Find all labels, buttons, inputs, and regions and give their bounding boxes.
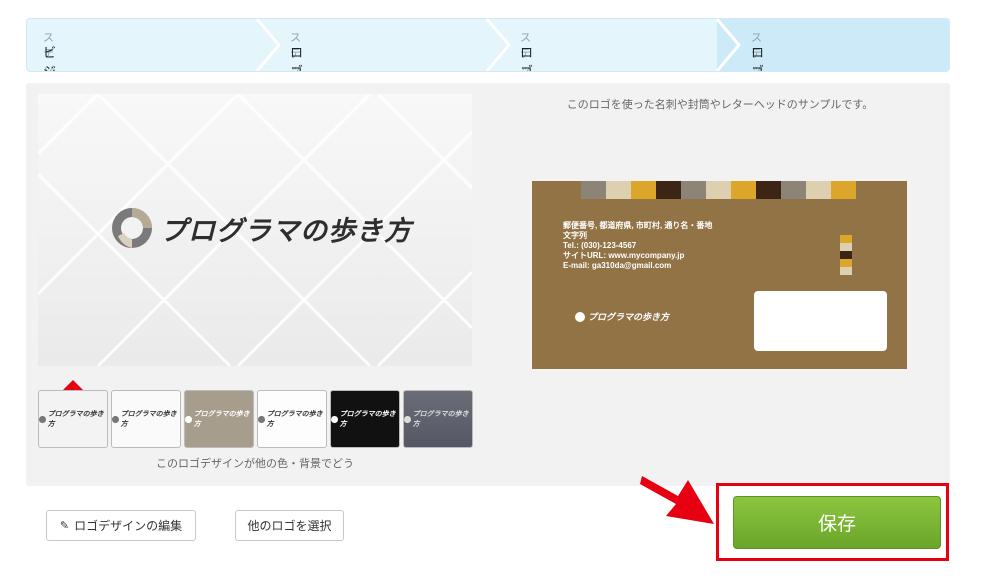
thumbnail-logo-text: プログラマの歩き方 [120,410,177,428]
logo-preview: プログラマの歩き方 [38,94,472,366]
envelope-logo: プログラマの歩き方 [575,310,669,323]
address-line: E-mail: ga310da@gmail.com [563,261,672,270]
step-title: ロゴデザインの選択 [290,46,304,71]
pencil-icon: ✎ [59,519,70,532]
logo-mark-icon [112,208,152,248]
step-separator-icon [255,19,281,71]
envelope-window [754,291,887,351]
envelope-color-stack [840,235,852,275]
thumbnail-logo-text: プログラマの歩き方 [339,410,396,428]
select-other-logo-button[interactable]: 他のロゴを選択 [235,510,344,541]
thumbnail-logo-text: プログラマの歩き方 [412,410,469,428]
color-variant-thumbnails: プログラマの歩き方 プログラマの歩き方 プログラマの歩き方 プログラマの歩き方 … [38,390,473,448]
envelope-address: 郵便番号, 都道府県, 市町村, 通り名・番地 文字列 Tel.: (030)-… [563,221,712,271]
color-variant-thumbnail[interactable]: プログラマの歩き方 [257,390,327,448]
step-progress-bar: ステップ 1 ビジネスタイプの選択 ステップ 2 ロゴデザインの選択 ステップ … [26,18,950,72]
logo-mark-icon [404,415,411,423]
step-title: ビジネスタイプの選択 [43,46,57,71]
logo-mark-icon [258,415,265,423]
step-title: ロゴの保存 [751,46,765,71]
thumbnail-logo-text: プログラマの歩き方 [47,410,104,428]
address-line: 文字列 [563,231,587,240]
red-arrow-icon [640,476,714,524]
color-variant-thumbnail[interactable]: プログラマの歩き方 [111,390,181,448]
envelope-color-band [581,181,856,199]
logo-mark-icon [185,415,192,423]
sample-caption: このロゴを使った名刺や封筒やレターヘッドのサンプルです。 [566,98,874,111]
envelope-sample: 郵便番号, 都道府県, 市町村, 通り名・番地 文字列 Tel.: (030)-… [532,181,907,369]
logo-mark-icon [575,311,585,322]
address-line: Tel.: (030)-123-4567 [563,241,637,250]
step-separator-icon [485,19,511,71]
edit-logo-label: ロゴデザインの編集 [74,519,183,533]
logo-mark-icon [112,415,119,423]
preview-logo: プログラマの歩き方 [110,206,412,250]
save-button[interactable]: 保存 [733,496,941,549]
address-line: サイトURL: www.mycompany.jp [563,251,685,260]
step-separator-icon [715,19,741,71]
thumbnail-logo-text: プログラマの歩き方 [266,410,323,428]
address-line: 郵便番号, 都道府県, 市町村, 通り名・番地 [563,221,713,230]
color-variant-thumbnail[interactable]: プログラマの歩き方 [330,390,400,448]
logo-mark-icon [331,415,338,423]
color-variant-thumbnail[interactable]: プログラマの歩き方 [403,390,473,448]
thumbnails-caption: このロゴデザインが他の色・背景でどう [156,457,354,470]
selected-thumbnail-indicator [63,380,83,390]
step-title: ロゴデザインの編集 [520,46,534,71]
envelope-logo-text: プログラマの歩き方 [588,313,670,323]
logo-mark-icon [39,415,46,423]
color-variant-thumbnail[interactable]: プログラマの歩き方 [184,390,254,448]
color-variant-thumbnail[interactable]: プログラマの歩き方 [38,390,108,448]
thumbnail-logo-text: プログラマの歩き方 [193,410,250,428]
preview-logo-text: プログラマの歩き方 [160,215,412,247]
edit-logo-button[interactable]: ✎ ロゴデザインの編集 [46,510,196,541]
